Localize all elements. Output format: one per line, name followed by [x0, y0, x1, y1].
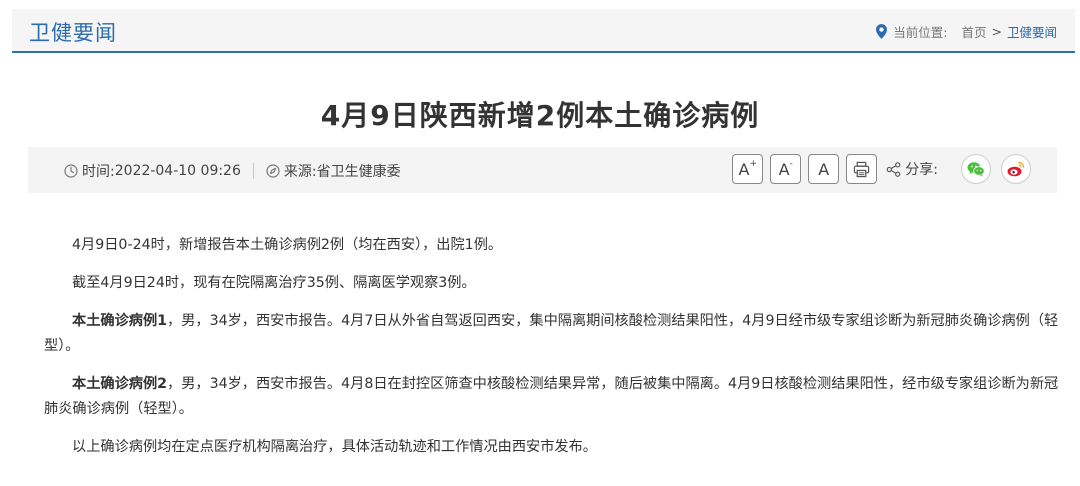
font-increase-sup: + [749, 159, 758, 169]
source-label: 来源: [283, 164, 317, 180]
wechat-icon [967, 162, 985, 177]
share-text: 分享: [905, 162, 938, 178]
section-header: 卫健要闻 当前位置: 首页 > 卫健要闻 [12, 9, 1075, 53]
paragraph: 截至4月9日24时，现有在院隔离治疗35例、隔离医学观察3例。 [72, 275, 476, 291]
article-title: 4月9日陕西新增2例本土确诊病例 [320, 99, 760, 132]
source-value: 省卫生健康委 [316, 164, 401, 180]
share-label: 分享: [886, 159, 938, 179]
article-meta-bar: 时间: 2022-04-10 09:26 来源: 省卫生健康委 A+ A- A [28, 147, 1057, 193]
breadcrumb: 当前位置: 首页 > 卫健要闻 [876, 22, 1057, 41]
printer-icon [854, 161, 870, 177]
section-title: 卫健要闻 [29, 21, 117, 45]
location-pin-icon [876, 24, 888, 39]
paragraph: 本土确诊病例1，男，34岁，西安市报告。4月7日从外省自驾返回西安，集中隔离期间… [44, 309, 1064, 359]
share-weibo-button[interactable] [1001, 154, 1031, 184]
paragraph: 以上确诊病例均在定点医疗机构隔离治疗，具体活动轨迹和工作情况由西安市发布。 [72, 439, 597, 455]
paragraph: 4月9日0-24时，新增报告本土确诊病例2例（均在西安），出院1例。 [72, 237, 503, 253]
font-decrease-sup: - [789, 159, 793, 169]
share-wechat-button[interactable] [961, 154, 991, 184]
breadcrumb-current-link[interactable]: 卫健要闻 [1007, 22, 1057, 41]
font-reset-button[interactable]: A [808, 154, 840, 184]
article-meta: 时间: 2022-04-10 09:26 来源: 省卫生健康委 [64, 161, 401, 181]
breadcrumb-home-link[interactable]: 首页 [961, 22, 986, 41]
article-body: 4月9日0-24时，新增报告本土确诊病例2例（均在西安），出院1例。 截至4月9… [44, 233, 1064, 473]
font-reset-label: A [818, 159, 830, 179]
publish-time: 2022-04-10 09:26 [114, 163, 241, 179]
article-toolbar: A + A- A 分享: [732, 154, 1031, 184]
breadcrumb-label: 当前位置: [893, 25, 948, 40]
case-heading: 本土确诊病例1 [72, 313, 167, 329]
case-heading: 本土确诊病例2 [72, 376, 167, 392]
share-icon [886, 161, 901, 177]
print-button[interactable] [846, 154, 878, 184]
case-detail: ，男，34岁，西安市报告。4月8日在封控区筛查中核酸检测结果异常，随后被集中隔离… [44, 376, 1059, 417]
font-increase-button[interactable]: A + [732, 154, 764, 184]
paragraph: 本土确诊病例2，男，34岁，西安市报告。4月8日在封控区筛查中核酸检测结果异常，… [44, 372, 1064, 422]
case-detail: ，男，34岁，西安市报告。4月7日从外省自驾返回西安，集中隔离期间核酸检测结果阳… [44, 313, 1059, 354]
breadcrumb-separator: > [991, 24, 1002, 39]
compass-icon [266, 164, 280, 178]
time-label: 时间: [82, 164, 115, 180]
meta-divider [252, 163, 254, 179]
weibo-icon [1007, 161, 1025, 177]
font-decrease-label: A [778, 159, 790, 179]
clock-icon [64, 164, 78, 178]
font-decrease-button[interactable]: A- [770, 154, 802, 184]
font-increase-label: A [738, 159, 750, 179]
